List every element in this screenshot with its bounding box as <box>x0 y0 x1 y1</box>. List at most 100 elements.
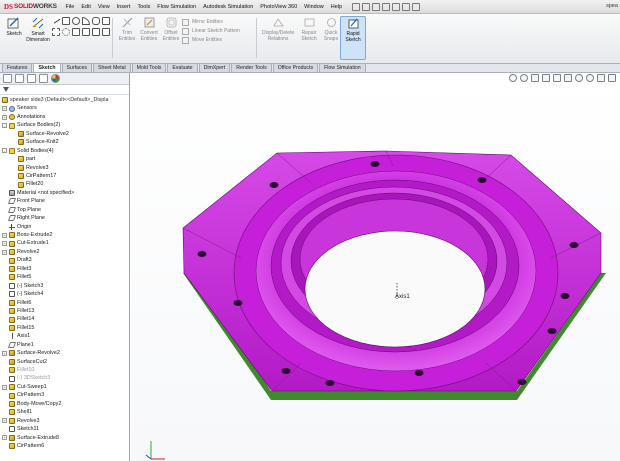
tree-item[interactable]: + Cut-Extrude1 <box>0 239 129 247</box>
move-entities-item[interactable]: Move Entities <box>182 36 240 45</box>
arc-icon[interactable] <box>82 17 90 25</box>
tree-item[interactable]: Sketch11 <box>0 425 129 433</box>
tab-sketch[interactable]: Sketch <box>33 63 61 72</box>
tab-sheet-metal[interactable]: Sheet Metal <box>92 63 131 72</box>
collapse-icon[interactable]: - <box>2 123 7 129</box>
save-icon[interactable] <box>371 2 380 11</box>
filter-icon[interactable] <box>3 87 9 92</box>
feature-tree-tab-icon[interactable] <box>3 74 12 83</box>
tree-item[interactable]: + Surface-Extrude8 <box>0 434 129 442</box>
expand-icon[interactable]: + <box>2 435 7 441</box>
plane-sketch-icon[interactable] <box>102 28 110 36</box>
tab-flow-simulation[interactable]: Flow Simulation <box>319 63 366 72</box>
point-icon[interactable] <box>82 28 90 36</box>
tree-item[interactable]: CirPattern6 <box>0 442 129 450</box>
tree-item[interactable]: CirPattern3 <box>0 391 129 399</box>
expand-icon[interactable]: + <box>2 418 7 424</box>
expand-icon[interactable]: + <box>2 241 7 247</box>
smart-dimension-button[interactable]: Smart Dimension <box>26 16 50 60</box>
rebuild-icon[interactable] <box>401 2 410 11</box>
menu-help[interactable]: Help <box>327 4 345 10</box>
menu-tools[interactable]: Tools <box>134 4 154 10</box>
tree-item[interactable]: (-) 3DSketch3 <box>0 374 129 382</box>
undo-icon[interactable] <box>391 2 400 11</box>
tree-item[interactable]: Fillet10 <box>0 366 129 374</box>
tree-item[interactable]: + Annotations <box>0 113 129 121</box>
tree-root[interactable]: speaker side3 (Default<<Default>_Displa <box>0 96 129 104</box>
polygon-icon[interactable] <box>102 17 110 25</box>
solidworks-logo[interactable]: DS SOLIDWORKS <box>0 3 62 11</box>
tree-item[interactable]: (-) Sketch4 <box>0 290 129 298</box>
tree-item[interactable]: Origin <box>0 223 129 231</box>
tab-office-products[interactable]: Office Products <box>272 63 319 72</box>
tree-item[interactable]: Right Plane <box>0 214 129 222</box>
tab-mold-tools[interactable]: Mold Tools <box>131 63 167 72</box>
linear-pattern-item[interactable]: Linear Sketch Pattern <box>182 27 240 36</box>
tree-item[interactable]: Draft3 <box>0 256 129 264</box>
dimxpert-manager-tab-icon[interactable] <box>39 74 48 83</box>
open-icon[interactable] <box>361 2 370 11</box>
tree-item[interactable]: + Revolve2 <box>0 248 129 256</box>
tab-render-tools[interactable]: Render Tools <box>231 63 272 72</box>
menu-flow-simulation[interactable]: Flow Simulation <box>154 4 200 10</box>
expand-icon[interactable]: + <box>2 249 7 255</box>
mirror-entities-item[interactable]: Mirror Entities <box>182 18 240 27</box>
expand-icon[interactable]: + <box>2 106 7 112</box>
tree-item[interactable]: - Solid Bodies(4) <box>0 147 129 155</box>
tree-filter[interactable] <box>0 85 129 95</box>
tree-item[interactable]: Fillet6 <box>0 299 129 307</box>
axis1-label[interactable]: Axis1 <box>395 294 410 300</box>
tab-surfaces[interactable]: Surfaces <box>61 63 92 72</box>
menu-view[interactable]: View <box>94 4 113 10</box>
tree-item[interactable]: Fillet13 <box>0 307 129 315</box>
configuration-manager-tab-icon[interactable] <box>27 74 36 83</box>
sketch-button[interactable]: Sketch <box>2 16 26 60</box>
offset-entities-button[interactable]: Offset Entities <box>158 16 184 42</box>
rapid-sketch-button[interactable]: Rapid Sketch <box>340 16 366 60</box>
menu-window[interactable]: Window <box>301 4 328 10</box>
options-icon[interactable] <box>411 2 420 11</box>
expand-icon[interactable]: + <box>2 384 7 390</box>
graphics-area[interactable]: Axis1 <box>131 73 620 461</box>
display-delete-relations-button[interactable]: Display/Delete Relations <box>262 16 294 42</box>
tree-item[interactable]: Fillet3 <box>0 265 129 273</box>
fillet-sketch-icon[interactable] <box>72 28 80 36</box>
tree-item[interactable]: Top Plane <box>0 206 129 214</box>
property-manager-tab-icon[interactable] <box>15 74 24 83</box>
rectangle-icon[interactable] <box>62 17 70 25</box>
text-icon[interactable] <box>92 28 100 36</box>
tree-item[interactable]: SurfaceCut2 <box>0 358 129 366</box>
tree-item[interactable]: Body-Move/Copy2 <box>0 400 129 408</box>
tree-item[interactable]: Axis1 <box>0 332 129 340</box>
tree-item[interactable]: part <box>0 155 129 163</box>
tab-dimxpert[interactable]: DimXpert <box>198 63 231 72</box>
circle-icon[interactable] <box>72 17 80 25</box>
expand-icon[interactable]: + <box>2 232 7 238</box>
tree-item[interactable]: Fillet14 <box>0 315 129 323</box>
collapse-icon[interactable]: - <box>2 148 7 154</box>
ellipse-icon[interactable] <box>62 28 70 36</box>
speaker-part-model[interactable] <box>131 73 620 461</box>
expand-icon[interactable]: + <box>2 114 7 120</box>
tree-item[interactable]: + Surface-Revolve2 <box>0 349 129 357</box>
tree-item[interactable]: CirPattern17 <box>0 172 129 180</box>
tree-item[interactable]: Shell1 <box>0 408 129 416</box>
tree-item[interactable]: - Surface Bodies(2) <box>0 121 129 129</box>
tree-item[interactable]: Fillet5 <box>0 273 129 281</box>
new-document-icon[interactable] <box>351 2 360 11</box>
tree-item[interactable]: Front Plane <box>0 197 129 205</box>
slot-icon[interactable] <box>92 17 100 25</box>
menu-photoview[interactable]: PhotoView 360 <box>257 4 301 10</box>
tree-item[interactable]: Material <not specified> <box>0 189 129 197</box>
tab-features[interactable]: Features <box>2 63 33 72</box>
expand-icon[interactable]: + <box>2 350 7 356</box>
tree-item[interactable]: Surface-Revolve2 <box>0 130 129 138</box>
tree-item[interactable]: + Sensors <box>0 104 129 112</box>
tree-item[interactable]: + Cut-Sweep1 <box>0 383 129 391</box>
display-manager-tab-icon[interactable] <box>51 74 60 83</box>
menu-file[interactable]: File <box>62 4 78 10</box>
menu-insert[interactable]: Insert <box>113 4 134 10</box>
menu-edit[interactable]: Edit <box>78 4 94 10</box>
tree-item[interactable]: Surface-Knit2 <box>0 138 129 146</box>
tab-evaluate[interactable]: Evaluate <box>167 63 198 72</box>
